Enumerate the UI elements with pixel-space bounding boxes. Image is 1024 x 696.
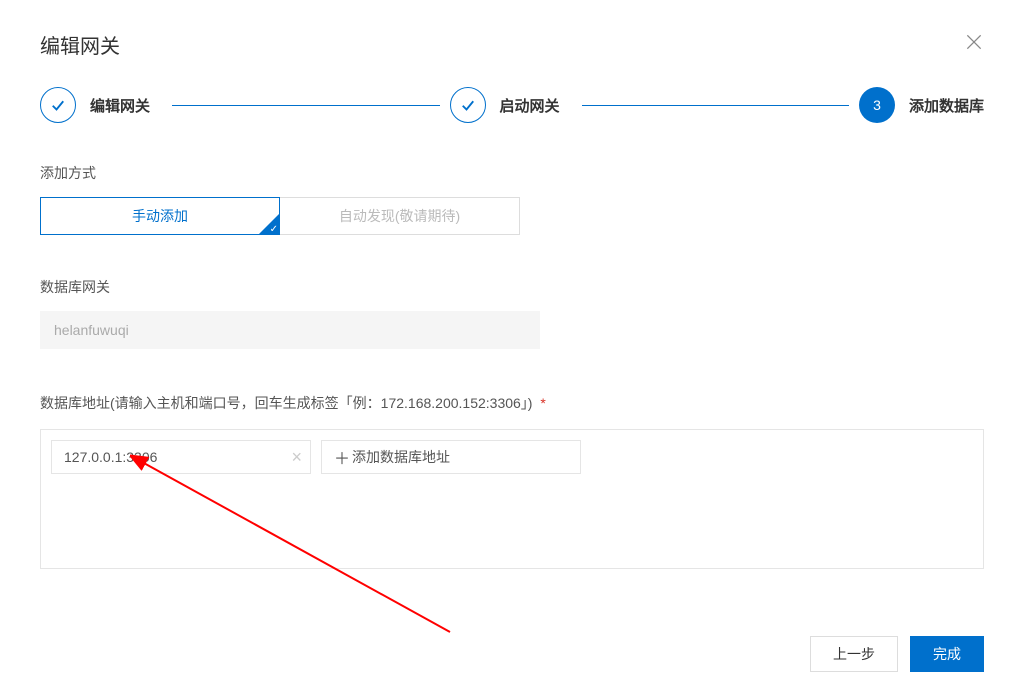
mode-auto-button: 自动发现(敬请期待)	[280, 197, 520, 235]
step-3-circle: 3	[859, 87, 895, 123]
gateway-name-input	[40, 311, 540, 349]
db-address-placeholder: 添加数据库地址	[352, 447, 450, 467]
step-3: 3 添加数据库	[859, 87, 984, 123]
finish-button[interactable]: 完成	[910, 636, 984, 672]
db-address-section: 数据库地址(请输入主机和端口号，回车生成标签「例：172.168.200.152…	[40, 393, 984, 569]
selected-check-icon: ✓	[270, 224, 278, 235]
close-icon	[964, 32, 984, 52]
db-address-container[interactable]: 127.0.0.1:3306 × ＋ 添加数据库地址	[40, 429, 984, 569]
gateway-label: 数据库网关	[40, 277, 984, 297]
db-address-label: 数据库地址(请输入主机和端口号，回车生成标签「例：172.168.200.152…	[40, 393, 984, 413]
step-2: 启动网关	[450, 87, 560, 123]
step-line-1	[172, 105, 439, 106]
db-address-tag: 127.0.0.1:3306 ×	[51, 440, 311, 474]
db-address-label-text: 数据库地址(请输入主机和端口号，回车生成标签「例：172.168.200.152…	[40, 395, 532, 411]
step-line-2	[582, 105, 849, 106]
step-2-circle	[450, 87, 486, 123]
close-button[interactable]	[964, 32, 984, 52]
prev-button[interactable]: 上一步	[810, 636, 898, 672]
edit-gateway-dialog: 编辑网关 编辑网关 启动网关 3 添加数据库 添加方式 手动添加 ✓	[0, 0, 1024, 696]
prev-button-label: 上一步	[833, 644, 875, 664]
dialog-footer: 上一步 完成	[810, 636, 984, 672]
add-mode-label: 添加方式	[40, 163, 984, 183]
step-3-label: 添加数据库	[909, 95, 984, 116]
step-2-label: 启动网关	[500, 95, 560, 116]
required-mark: *	[540, 395, 545, 411]
step-1: 编辑网关	[40, 87, 150, 123]
mode-manual-text: 手动添加	[132, 206, 188, 226]
mode-manual-button[interactable]: 手动添加 ✓	[40, 197, 280, 235]
dialog-title: 编辑网关	[40, 30, 984, 59]
stepper: 编辑网关 启动网关 3 添加数据库	[40, 87, 984, 123]
add-mode-group: 手动添加 ✓ 自动发现(敬请期待)	[40, 197, 984, 235]
tag-remove-button[interactable]: ×	[291, 447, 302, 468]
db-address-input[interactable]: ＋ 添加数据库地址	[321, 440, 581, 474]
check-icon	[49, 96, 67, 114]
mode-auto-text: 自动发现(敬请期待)	[339, 206, 460, 226]
step-1-label: 编辑网关	[90, 95, 150, 116]
check-icon	[459, 96, 477, 114]
step-1-circle	[40, 87, 76, 123]
db-address-tag-value: 127.0.0.1:3306	[64, 449, 157, 465]
plus-icon: ＋	[334, 445, 350, 469]
finish-button-label: 完成	[933, 644, 961, 664]
